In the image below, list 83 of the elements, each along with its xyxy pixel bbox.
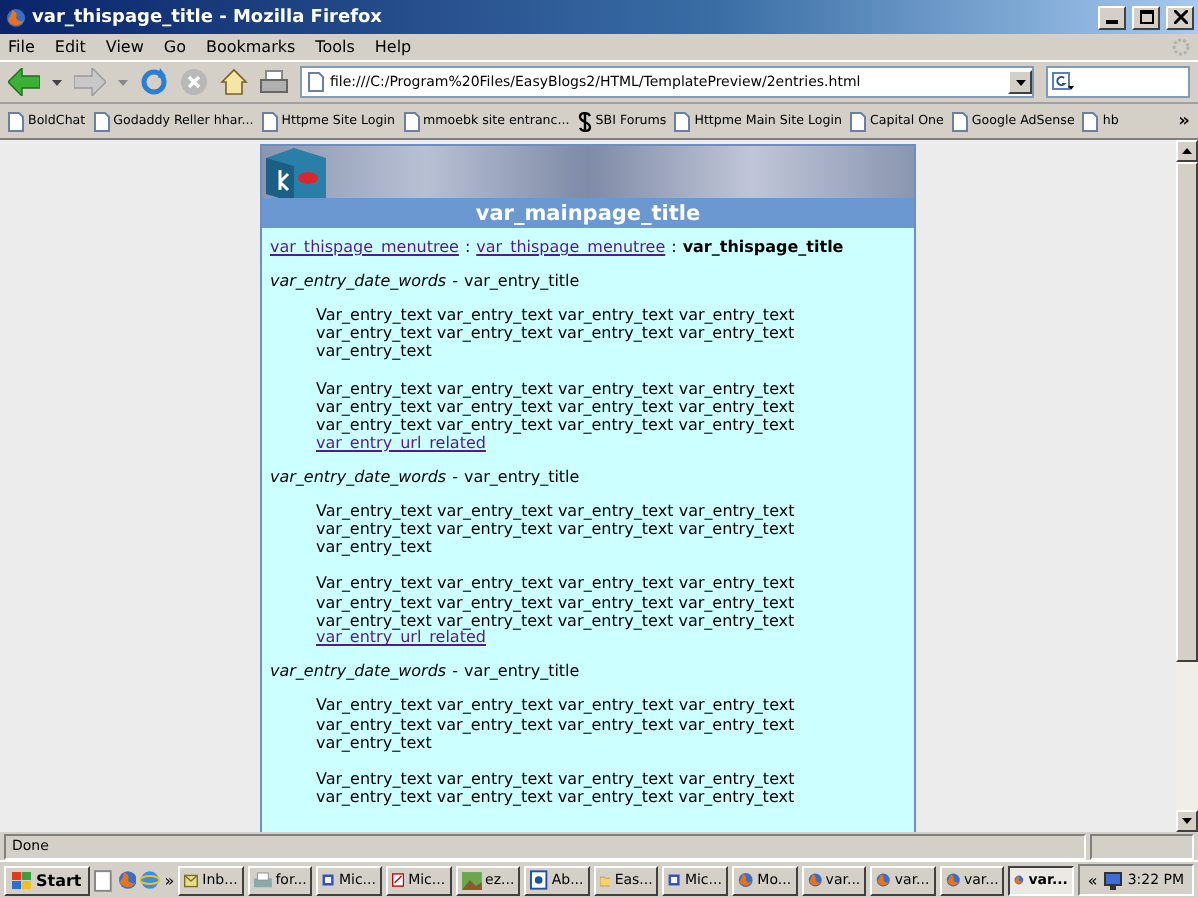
caret-icon[interactable] [52, 79, 62, 85]
reload-icon[interactable] [140, 68, 168, 96]
current-page-title: var_thispage_title [682, 238, 844, 256]
entry-title: var_entry_title [463, 272, 580, 290]
dollar-icon [577, 111, 592, 131]
page-icon [1082, 111, 1099, 131]
menu-item[interactable]: Edit [54, 38, 86, 56]
fox-globe-icon [807, 870, 822, 890]
tray-expand-chevron[interactable]: « [1087, 871, 1098, 889]
entry-text: Var_entry_text var_entry_text var_entry_text var_entry_text var_entry_text var_entry_text var_entry_text var_entry_text var_entry_text var_entry_text var_entry_text var_entry_text [316, 379, 797, 435]
page-icon [308, 72, 324, 92]
menu-item[interactable]: Bookmarks [205, 38, 296, 56]
entry-text: Var_entry_text var_entry_text var_entry_text var_entry_text var_entry_text var_entry_text var_entry_text var_entry_text [316, 770, 797, 807]
printer-icon [253, 871, 272, 889]
page-icon [850, 111, 866, 131]
entry-date: var_entry_date_words [270, 662, 447, 681]
breadcrumb-separator: : [464, 238, 471, 256]
home-icon[interactable] [220, 68, 248, 96]
up-arrow-icon[interactable] [1182, 148, 1192, 154]
entry-text: Var_entry_text var_entry_text var_entry_text var_entry_text var_entry_text var_entry_text var_entry_text var_entry_text var_entry_text var_entry_text var_entry_text var_entry_text [316, 574, 797, 630]
fox-globe-icon [945, 870, 960, 890]
document-icon[interactable] [93, 869, 114, 891]
start-button[interactable]: Start [4, 865, 90, 895]
down-arrow-icon[interactable] [1182, 818, 1192, 824]
monitor-icon[interactable] [1103, 871, 1122, 889]
window-icon [322, 870, 335, 890]
menu-item[interactable]: Go [163, 38, 186, 56]
entry-dash: - [452, 272, 458, 290]
search-field[interactable] [1046, 66, 1190, 98]
page-icon [93, 111, 110, 131]
breadcrumb-link[interactable]: var_thispage_menutree [476, 238, 666, 256]
folder-icon [599, 871, 611, 889]
page-icon [951, 111, 968, 131]
throbber-icon [1172, 38, 1190, 56]
cube-logo-icon [262, 146, 330, 202]
menu-item[interactable]: Tools [315, 38, 355, 56]
entry-date: var_entry_date_words [270, 467, 447, 486]
page-icon [403, 111, 420, 131]
status-panel [1090, 833, 1194, 859]
entry-dash: - [452, 662, 458, 681]
window-title: var_thispage_title - Mozilla Firefox [32, 7, 384, 27]
entry-date: var_entry_date_words [270, 272, 447, 290]
breadcrumb-link[interactable]: var_thispage_menutree [270, 238, 459, 256]
fox-globe-icon [6, 7, 26, 27]
entry-title: var_entry_title [463, 662, 580, 681]
document-icon [391, 870, 405, 890]
fox-globe-icon [1014, 870, 1025, 890]
maximize-button[interactable] [1132, 5, 1160, 29]
page-icon [674, 111, 691, 131]
menu-item[interactable]: File [8, 38, 35, 56]
more-bookmarks-chevron[interactable]: » [1178, 111, 1190, 131]
entry-text: Var_entry_text var_entry_text var_entry_text var_entry_text var_entry_text var_entry_text var_entry_text var_entry_text var_entry_text [316, 306, 797, 362]
scrollbar[interactable] [1176, 140, 1198, 832]
entry-title: var_entry_title [463, 467, 580, 486]
maximize-icon [1139, 10, 1153, 24]
fox-globe-icon [737, 870, 754, 890]
dropdown-button[interactable] [1008, 70, 1032, 94]
minimize-button[interactable] [1098, 5, 1126, 29]
picture-icon [461, 871, 482, 889]
fox-globe-icon [117, 870, 137, 890]
page-icon [261, 111, 278, 131]
entry-text: Var_entry_text var_entry_text var_entry_text var_entry_text var_entry_text var_entry_text var_entry_text var_entry_text var_entry_text [316, 501, 797, 557]
breadcrumb-separator: : [671, 238, 677, 256]
document-icon [530, 870, 548, 890]
menu-item[interactable]: View [105, 38, 144, 56]
caret-icon [1015, 79, 1025, 85]
menu-item[interactable]: Help [374, 38, 412, 56]
printer-icon[interactable] [260, 69, 288, 95]
fox-globe-icon [876, 870, 891, 890]
close-button[interactable] [1166, 5, 1194, 29]
more-chevron[interactable]: » [164, 871, 175, 889]
related-link[interactable]: var_entry_url_related [316, 433, 486, 452]
windows-flag-icon [12, 871, 32, 889]
window-icon [668, 870, 681, 890]
search-engine-icon [1052, 72, 1074, 92]
page-icon [8, 111, 24, 131]
close-icon [1173, 10, 1187, 24]
related-link[interactable]: var_entry_url_related [316, 628, 486, 647]
back-arrow-icon[interactable] [8, 68, 40, 96]
entry-text: Var_entry_text var_entry_text var_entry_text var_entry_text var_entry_text var_entry_text var_entry_text var_entry_text var_entry_text [316, 696, 797, 753]
envelope-icon [184, 871, 199, 889]
entry-dash: - [452, 467, 458, 486]
main-title: var_mainpage_title [262, 198, 914, 228]
